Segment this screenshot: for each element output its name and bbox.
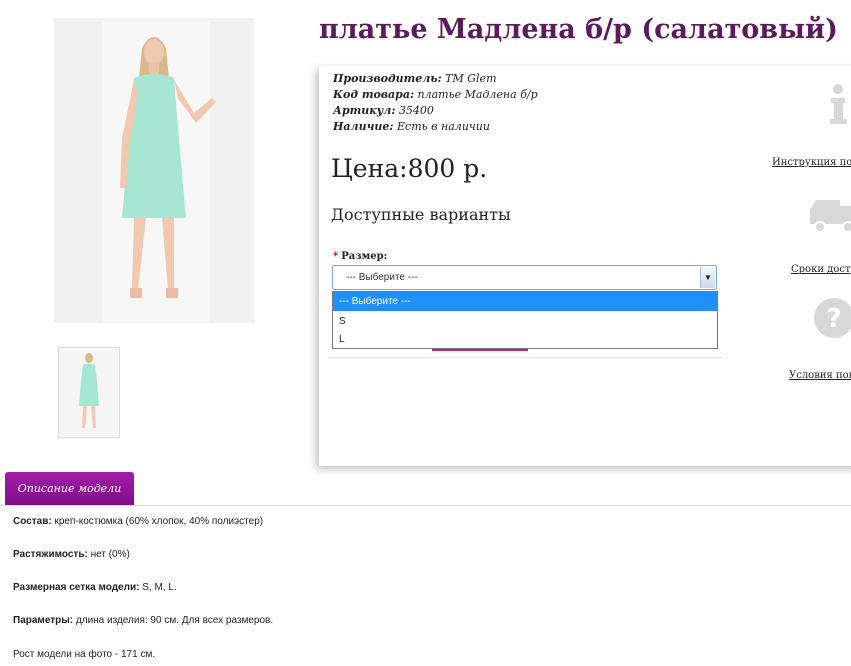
question-icon: ? [814, 298, 851, 338]
product-thumbnail[interactable] [58, 347, 120, 438]
add-to-cart-button-edge[interactable] [432, 349, 528, 351]
size-label: * Размер: [333, 251, 387, 262]
delivery-link[interactable]: Сроки дост [791, 264, 850, 275]
divider [328, 357, 723, 358]
spec-value: TM Glem [445, 72, 497, 85]
product-price: Цена:800 р. [331, 154, 488, 183]
chevron-down-icon[interactable]: ▼ [700, 267, 715, 288]
spec-article: Артикул: 35400 [333, 103, 538, 119]
conditions-link[interactable]: Условия пок [789, 370, 851, 381]
description-text: Рост модели на фото - 171 см. [13, 649, 156, 660]
description-line-composition: Состав: креп-костюмка (60% хлопок, 40% п… [13, 516, 263, 527]
spec-product-code: Код товара: платье Мадлена б/р [333, 87, 538, 103]
tab-divider [0, 505, 851, 506]
svg-text:?: ? [826, 304, 841, 334]
size-option-placeholder[interactable]: --- Выберите --- [333, 292, 717, 311]
instruction-link[interactable]: Инструкция по [772, 157, 851, 168]
spec-label: Наличие: [333, 120, 394, 133]
description-label: Растяжимость: [13, 549, 88, 560]
spec-label: Производитель: [333, 72, 442, 85]
description-text: длина изделия: 90 см. Для всех размеров. [73, 615, 274, 626]
size-label-text: Размер: [341, 251, 388, 262]
size-select[interactable]: --- Выберите --- ▼ [332, 265, 717, 290]
spec-value: Есть в наличии [397, 120, 490, 133]
spec-availability: Наличие: Есть в наличии [333, 119, 538, 135]
description-text: нет (0%) [87, 549, 130, 560]
spec-manufacturer: Производитель: TM Glem [333, 71, 538, 87]
required-mark: * [333, 251, 339, 262]
truck-icon [810, 200, 851, 233]
description-label: Параметры: [13, 615, 74, 626]
spec-value: 35400 [398, 104, 434, 117]
description-line-sizes: Размерная сетка модели: S, M, L. [13, 582, 177, 593]
description-line-stretch: Растяжимость: нет (0%) [13, 549, 130, 560]
description-line-params: Параметры: длина изделия: 90 см. Для все… [13, 615, 273, 626]
spec-value: платье Мадлена б/р [417, 88, 538, 101]
description-text: S, M, L. [139, 582, 177, 593]
info-icon [830, 84, 847, 124]
model-figure [120, 37, 216, 298]
tab-model-description[interactable]: Описание модели [5, 472, 134, 505]
description-label: Размерная сетка модели: [13, 582, 140, 593]
description-text: креп-костюмка (60% хлопок, 40% полиэстер… [51, 516, 264, 527]
size-select-value: --- Выберите --- [346, 272, 418, 283]
product-main-image[interactable] [54, 18, 254, 323]
description-label: Состав: [13, 516, 52, 527]
spec-label: Код товара: [333, 88, 415, 101]
product-title: платье Мадлена б/р (салатовый) [319, 14, 838, 45]
product-specs: Производитель: TM Glem Код товара: плать… [333, 71, 538, 135]
size-option-s[interactable]: S [333, 312, 717, 331]
size-option-l[interactable]: L [333, 330, 717, 349]
size-dropdown-list: --- Выберите --- S L [332, 291, 718, 349]
description-line-model-height: Рост модели на фото - 171 см. [13, 649, 155, 660]
thumbnail-figure [79, 353, 99, 428]
spec-label: Артикул: [333, 104, 396, 117]
variants-heading: Доступные варианты [331, 205, 511, 224]
